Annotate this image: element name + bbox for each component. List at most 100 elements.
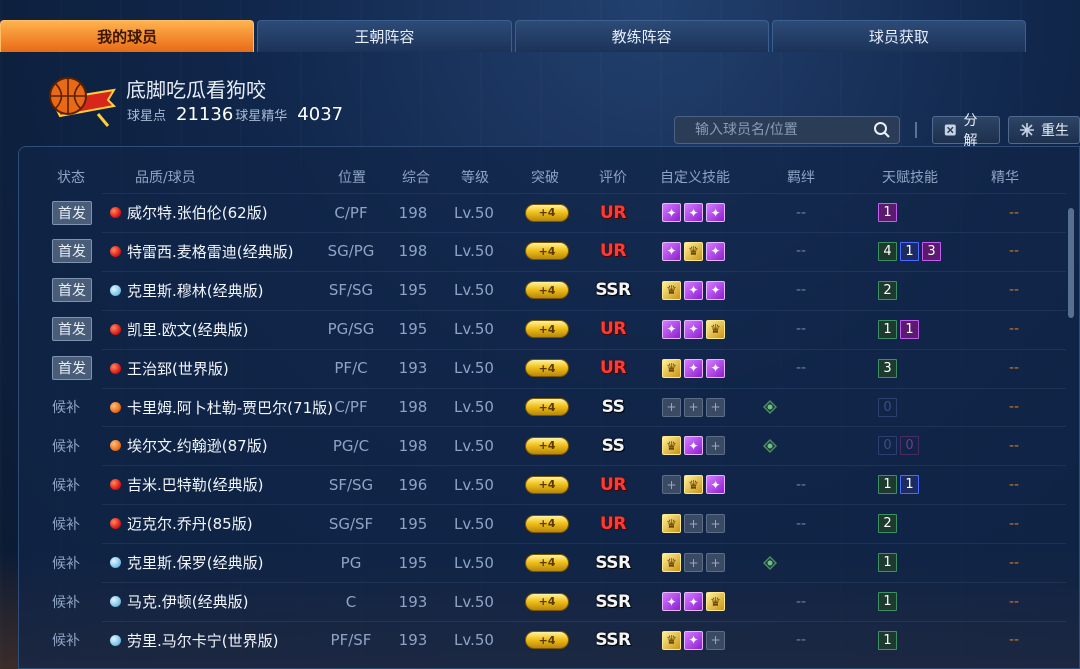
- purple-skill-icon[interactable]: ✦: [684, 280, 703, 300]
- empty-skill-slot-icon[interactable]: +: [684, 514, 703, 534]
- overall-cell: 198: [396, 426, 430, 465]
- empty-skill-slot-icon[interactable]: +: [706, 630, 725, 650]
- empty-skill-slot-icon[interactable]: +: [706, 436, 725, 456]
- talent-badge[interactable]: 1: [900, 475, 919, 495]
- breakthrough-badge: +4: [525, 242, 569, 261]
- empty-skill-slot-icon[interactable]: +: [706, 514, 725, 534]
- table-row[interactable]: 候补 埃尔文.约翰逊(87版) PG/C 198 Lv.50 +4 SS ♛ ✦ +0 0 --: [18, 426, 1066, 465]
- purple-skill-icon[interactable]: ✦: [706, 241, 725, 261]
- crown-skill-icon[interactable]: ♛: [706, 592, 725, 611]
- purple-skill-icon[interactable]: ✦: [706, 203, 725, 222]
- purple-skill-icon[interactable]: ✦: [684, 630, 703, 650]
- purple-skill-icon[interactable]: ✦: [706, 475, 725, 495]
- purple-skill-icon[interactable]: ✦: [706, 280, 725, 300]
- level-cell: Lv.50: [454, 504, 494, 543]
- quality-dot-icon: [110, 440, 121, 452]
- bond-icon[interactable]: [760, 397, 780, 417]
- crown-skill-icon[interactable]: ♛: [662, 358, 681, 378]
- table-row[interactable]: 候补 吉米.巴特勒(经典版) SF/SG 196 Lv.50 +4 UR + ♛ ✦ -- 1 1 --: [18, 465, 1066, 504]
- col-custom-skills: 自定义技能: [660, 170, 730, 186]
- overall-cell: 193: [396, 621, 430, 660]
- status-cell: 候补: [52, 465, 80, 504]
- talent-badge[interactable]: 4: [878, 241, 897, 261]
- purple-skill-icon[interactable]: ✦: [662, 241, 681, 261]
- talent-badge[interactable]: 1: [878, 475, 897, 495]
- empty-skill-slot-icon[interactable]: +: [684, 553, 703, 573]
- status-badge: 候补: [52, 477, 80, 494]
- purple-skill-icon[interactable]: ✦: [662, 319, 681, 339]
- table-row[interactable]: 候补 迈克尔.乔丹(85版) SG/SF 195 Lv.50 +4 UR ♛ + + -- 2 --: [18, 504, 1066, 543]
- table-row[interactable]: 首发 特雷西.麦格雷迪(经典版) SG/PG 198 Lv.50 +4 UR ✦ ♛ ✦ -- 4 1 3…: [18, 231, 1066, 271]
- talent-badge[interactable]: 1: [878, 203, 897, 222]
- position-cell: PF/SF: [308, 621, 394, 660]
- talents-cell: 1: [878, 621, 897, 660]
- table-row[interactable]: 候补 克里斯.保罗(经典版) PG 195 Lv.50 +4 SSR ♛ + +1 --: [18, 543, 1066, 582]
- purple-skill-icon[interactable]: ✦: [662, 592, 681, 611]
- talent-badge[interactable]: 1: [878, 319, 897, 339]
- purple-skill-icon[interactable]: ✦: [662, 203, 681, 222]
- decompose-button[interactable]: 分解: [932, 113, 1000, 149]
- reborn-button[interactable]: 重生: [1008, 116, 1080, 144]
- talent-badge[interactable]: 3: [922, 241, 941, 261]
- bond-value: --: [796, 593, 807, 610]
- col-quality-player: 品质/球员: [135, 170, 196, 186]
- purple-skill-icon[interactable]: ✦: [684, 319, 703, 339]
- purple-skill-icon[interactable]: ✦: [684, 203, 703, 222]
- talent-badge[interactable]: 1: [878, 592, 897, 611]
- scrollbar[interactable]: [1068, 208, 1074, 318]
- tab-player-acquire[interactable]: 球员获取: [771, 20, 1026, 52]
- empty-skill-slot-icon[interactable]: +: [662, 397, 681, 417]
- crown-skill-icon[interactable]: ♛: [684, 241, 703, 261]
- skills-cell: ♛ + +: [662, 543, 725, 582]
- talent-badge[interactable]: 0: [878, 436, 897, 456]
- table-row[interactable]: 首发 克里斯.穆林(经典版) SF/SG 195 Lv.50 +4 SSR ♛ ✦ ✦ -- 2 --: [18, 270, 1066, 310]
- tab-dynasty-lineup[interactable]: 王朝阵容: [257, 20, 512, 52]
- bond-icon[interactable]: [760, 553, 780, 573]
- table-row[interactable]: 候补 马克.伊顿(经典版) C 193 Lv.50 +4 SSR ✦ ✦ ♛ -- 1 --: [18, 582, 1066, 621]
- bond-cell: --: [796, 193, 806, 232]
- quality-dot-icon: [110, 323, 121, 335]
- crown-skill-icon[interactable]: ♛: [662, 280, 681, 300]
- purple-skill-icon[interactable]: ✦: [684, 436, 703, 456]
- talent-badge[interactable]: 1: [878, 630, 897, 650]
- table-row[interactable]: 首发 威尔特.张伯伦(62版) C/PF 198 Lv.50 +4 UR ✦ ✦ ✦ -- 1 --: [18, 193, 1066, 232]
- empty-skill-slot-icon[interactable]: +: [662, 475, 681, 495]
- talent-badge[interactable]: 3: [878, 358, 897, 378]
- position-cell: PF/C: [308, 349, 394, 388]
- crown-skill-icon[interactable]: ♛: [662, 436, 681, 456]
- table-row[interactable]: 首发 王治郅(世界版) PF/C 193 Lv.50 +4 UR ♛ ✦ ✦ -- 3 --: [18, 348, 1066, 388]
- essence-cell: --: [1009, 426, 1019, 465]
- crown-skill-icon[interactable]: ♛: [662, 514, 681, 534]
- talent-badge[interactable]: 1: [900, 319, 919, 339]
- position-cell: C/PF: [308, 193, 394, 232]
- table-row[interactable]: 首发 凯里.欧文(经典版) PG/SG 195 Lv.50 +4 UR ✦ ✦ ♛ -- 1 1 --: [18, 309, 1066, 349]
- crown-skill-icon[interactable]: ♛: [662, 553, 681, 573]
- talent-badge[interactable]: 0: [900, 436, 919, 456]
- talent-badge[interactable]: 2: [878, 280, 897, 300]
- talent-badge[interactable]: 1: [878, 553, 897, 573]
- talent-badge[interactable]: 1: [900, 241, 919, 261]
- empty-skill-slot-icon[interactable]: +: [684, 397, 703, 417]
- crown-skill-icon[interactable]: ♛: [706, 319, 725, 339]
- purple-skill-icon[interactable]: ✦: [684, 358, 703, 378]
- bond-icon[interactable]: [760, 436, 780, 456]
- level-cell: Lv.50: [454, 465, 494, 504]
- talent-badge[interactable]: 0: [878, 397, 897, 417]
- search-icon[interactable]: [873, 121, 891, 139]
- talent-badge[interactable]: 2: [878, 514, 897, 534]
- crown-skill-icon[interactable]: ♛: [662, 630, 681, 650]
- purple-skill-icon[interactable]: ✦: [684, 592, 703, 611]
- crown-skill-icon[interactable]: ♛: [684, 475, 703, 495]
- table-row[interactable]: 候补 劳里.马尔卡宁(世界版) PF/SF 193 Lv.50 +4 SSR ♛ ✦ + -- 1 --: [18, 620, 1066, 660]
- search-input[interactable]: [675, 122, 873, 138]
- tab-coach-lineup[interactable]: 教练阵容: [514, 20, 769, 52]
- player-nickname: 底脚吃瓜看狗咬: [126, 78, 266, 102]
- empty-skill-slot-icon[interactable]: +: [706, 397, 725, 417]
- purple-skill-icon[interactable]: ✦: [706, 358, 725, 378]
- empty-skill-slot-icon[interactable]: +: [706, 553, 725, 573]
- tab-my-players[interactable]: 我的球员: [0, 20, 255, 52]
- level-cell: Lv.50: [454, 621, 494, 660]
- table-row[interactable]: 候补 卡里姆.阿卜杜勒-贾巴尔(71版) C/PF 198 Lv.50 +4 SS + + +0-…: [18, 387, 1066, 427]
- status-cell: 候补: [52, 388, 80, 427]
- breakthrough-badge: +4: [525, 631, 569, 650]
